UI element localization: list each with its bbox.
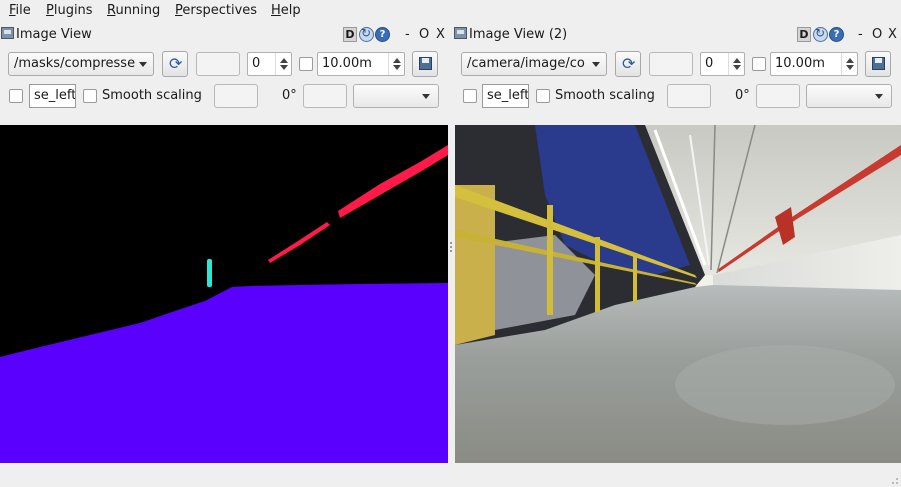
save-image-button[interactable] xyxy=(865,51,891,77)
mouse-topic-input[interactable]: se_left xyxy=(482,84,529,108)
dock-titlebar: Image View D ? - O X xyxy=(0,25,450,45)
distance-spinbox[interactable]: 10.00m xyxy=(317,52,405,76)
help-icon[interactable]: ? xyxy=(375,27,390,42)
spin-down-icon[interactable] xyxy=(846,65,854,70)
yellow-post xyxy=(595,237,600,312)
spin-down-icon[interactable] xyxy=(393,65,401,70)
tunnel-camera-photo xyxy=(455,125,901,463)
spin-down-icon[interactable] xyxy=(733,65,741,70)
spin-up-icon[interactable] xyxy=(846,58,854,63)
resize-grip-icon[interactable] xyxy=(887,473,899,485)
floor-reflection xyxy=(675,345,895,425)
distance-value: 10.00m xyxy=(775,56,825,71)
dock-title: Image View (2) xyxy=(469,27,568,42)
yellow-post xyxy=(633,253,637,303)
yellow-post xyxy=(547,205,553,315)
blank-field[interactable] xyxy=(214,84,258,108)
float-button[interactable]: O xyxy=(419,27,429,43)
spin-down-icon[interactable] xyxy=(280,65,288,70)
dock-title: Image View xyxy=(16,27,92,42)
topic-combo-value: /masks/compresse xyxy=(14,56,136,71)
spin-up-icon[interactable] xyxy=(393,58,401,63)
save-image-button[interactable] xyxy=(412,51,438,77)
chevron-down-icon xyxy=(592,62,600,67)
smooth-scaling-checkbox[interactable] xyxy=(536,89,550,103)
frame-spinbox[interactable]: 0 xyxy=(247,52,292,76)
minimize-button[interactable]: - xyxy=(405,27,410,43)
distance-checkbox[interactable] xyxy=(752,57,766,71)
close-button[interactable]: X xyxy=(436,27,445,43)
image-view-panel-left: Image View D ? - O X /masks/compresse 0 … xyxy=(0,22,450,487)
float-button[interactable]: O xyxy=(872,27,882,43)
image-view-panel-right: Image View (2) D ? - O X /camera/image/c… xyxy=(453,22,901,487)
yellow-panel xyxy=(455,185,495,345)
spin-up-icon[interactable] xyxy=(733,58,741,63)
reload-icon[interactable] xyxy=(359,26,374,42)
blank-field[interactable] xyxy=(196,52,240,76)
segmentation-mask xyxy=(0,125,448,463)
spin-separator xyxy=(388,53,404,75)
rotation-combo[interactable] xyxy=(353,84,439,108)
dock-d-button[interactable]: D xyxy=(343,27,357,42)
help-icon[interactable]: ? xyxy=(829,27,844,42)
smooth-scaling-checkbox[interactable] xyxy=(83,89,97,103)
minimize-button[interactable]: - xyxy=(858,27,863,43)
smooth-scaling-label: Smooth scaling xyxy=(102,88,202,103)
refresh-topics-button[interactable] xyxy=(615,51,641,77)
dock-titlebar: Image View (2) D ? - O X xyxy=(453,25,901,45)
distance-checkbox[interactable] xyxy=(299,57,313,71)
blank-field[interactable] xyxy=(667,84,711,108)
reload-icon[interactable] xyxy=(813,26,828,42)
rotation-label: 0° xyxy=(735,88,750,103)
chevron-down-icon xyxy=(139,62,147,67)
menu-running[interactable]: Running xyxy=(107,2,160,19)
topic-combo[interactable]: /masks/compresse xyxy=(8,52,154,76)
frame-spinbox[interactable]: 0 xyxy=(700,52,745,76)
chevron-down-icon xyxy=(422,94,430,99)
chevron-down-icon xyxy=(875,94,883,99)
blank-field[interactable] xyxy=(649,52,693,76)
frame-spinbox-value: 0 xyxy=(252,56,261,71)
menu-help[interactable]: Help xyxy=(271,2,301,19)
spin-separator xyxy=(275,53,291,75)
rotation-label: 0° xyxy=(282,88,297,103)
image-view-icon xyxy=(1,27,14,39)
menubar: File Plugins Running Perspectives Help xyxy=(0,0,901,21)
topic-combo[interactable]: /camera/image/co xyxy=(461,52,607,76)
mouse-publish-checkbox[interactable] xyxy=(463,89,477,103)
refresh-topics-button[interactable] xyxy=(162,51,188,77)
image-view-icon xyxy=(454,27,467,39)
close-button[interactable]: X xyxy=(888,27,897,43)
menu-plugins[interactable]: Plugins xyxy=(46,2,93,19)
camera-image[interactable] xyxy=(455,125,901,463)
spin-up-icon[interactable] xyxy=(280,58,288,63)
rotation-combo[interactable] xyxy=(806,84,892,108)
mask-image[interactable] xyxy=(0,125,448,463)
spin-separator xyxy=(728,53,744,75)
blank-field[interactable] xyxy=(303,84,347,108)
menu-perspectives[interactable]: Perspectives xyxy=(175,2,257,19)
dock-d-button[interactable]: D xyxy=(797,27,811,42)
mouse-publish-checkbox[interactable] xyxy=(9,89,23,103)
distance-value: 10.00m xyxy=(322,56,372,71)
frame-spinbox-value: 0 xyxy=(705,56,714,71)
topic-combo-value: /camera/image/co xyxy=(467,56,585,71)
menu-file[interactable]: File xyxy=(9,2,31,19)
spin-separator xyxy=(841,53,857,75)
marker-segment xyxy=(207,259,212,287)
smooth-scaling-label: Smooth scaling xyxy=(555,88,655,103)
mouse-topic-input[interactable]: se_left xyxy=(29,84,76,108)
distance-spinbox[interactable]: 10.00m xyxy=(770,52,858,76)
blank-field[interactable] xyxy=(756,84,800,108)
